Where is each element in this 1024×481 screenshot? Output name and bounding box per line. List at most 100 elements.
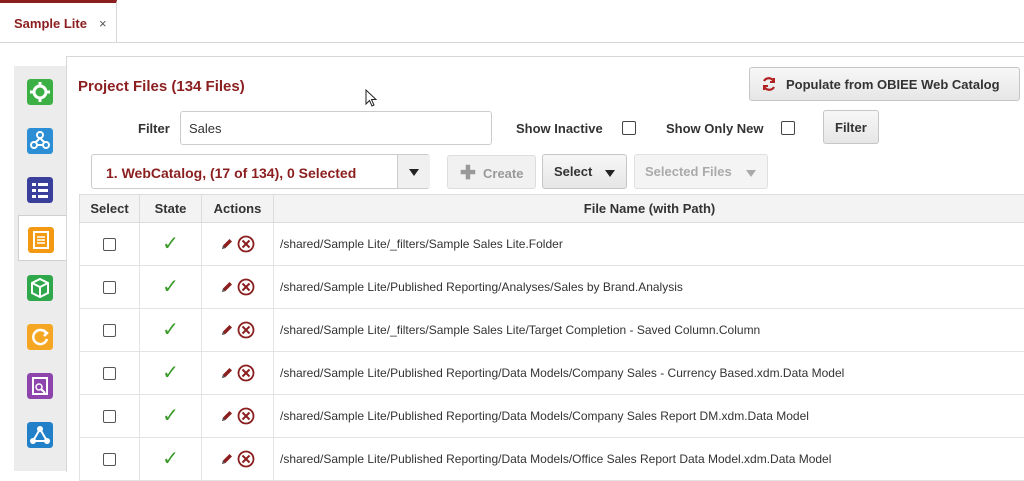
list-icon bbox=[27, 177, 53, 203]
create-label: Create bbox=[483, 166, 523, 181]
delete-icon[interactable] bbox=[237, 450, 255, 468]
table-row: ✓ /shared/Sample Lite/_filters/Sample Sal… bbox=[80, 309, 1024, 352]
show-only-new-checkbox[interactable] bbox=[781, 121, 795, 135]
sidebar-item-document[interactable] bbox=[18, 215, 67, 261]
row-select-cell bbox=[80, 352, 140, 395]
pencil-icon[interactable] bbox=[220, 237, 234, 251]
checkmark-icon: ✓ bbox=[162, 319, 179, 341]
row-state-cell: ✓ bbox=[140, 352, 202, 395]
row-select-cell bbox=[80, 223, 140, 266]
gear-icon bbox=[27, 79, 53, 105]
selected-files-dropdown-button[interactable]: Selected Files bbox=[634, 154, 768, 189]
sidebar bbox=[14, 66, 67, 471]
table-row: ✓/shared/Sample Lite/Published Reporting… bbox=[80, 352, 1024, 395]
column-header-file-name[interactable]: File Name (with Path) bbox=[274, 195, 1024, 223]
sidebar-item-share[interactable] bbox=[18, 411, 64, 457]
pencil-icon[interactable] bbox=[220, 280, 234, 294]
show-only-new-label: Show Only New bbox=[666, 121, 764, 136]
pencil-icon[interactable] bbox=[220, 409, 234, 423]
delete-icon[interactable] bbox=[237, 364, 255, 382]
row-state-cell: ✓ bbox=[140, 309, 202, 352]
row-select-cell bbox=[80, 438, 140, 481]
row-select-checkbox[interactable] bbox=[103, 453, 116, 466]
webcatalog-select-value: 1. WebCatalog, (17 of 134), 0 Selected bbox=[106, 165, 356, 181]
sidebar-item-refresh[interactable] bbox=[18, 313, 64, 359]
row-file-name: /shared/Sample Lite/Published Reporting/… bbox=[274, 395, 1024, 438]
select-label: Select bbox=[554, 164, 592, 179]
row-actions-cell bbox=[202, 438, 274, 481]
row-actions-cell bbox=[202, 395, 274, 438]
table-row: ✓ /shared/Sample Lite/Published Reporting… bbox=[80, 438, 1024, 481]
sidebar-item-list[interactable] bbox=[18, 166, 64, 212]
row-state-cell: ✓ bbox=[140, 438, 202, 481]
filter-button-label: Filter bbox=[835, 120, 867, 135]
checkmark-icon: ✓ bbox=[162, 448, 179, 470]
selected-files-label: Selected Files bbox=[645, 164, 732, 179]
delete-icon[interactable] bbox=[237, 278, 255, 296]
row-state-cell: ✓ bbox=[140, 223, 202, 266]
table-header-row: Select State Actions File Name (with Pat… bbox=[80, 195, 1024, 223]
cube-icon bbox=[27, 275, 53, 301]
share-icon bbox=[27, 422, 53, 448]
row-actions-cell bbox=[202, 223, 274, 266]
caret-down-icon bbox=[746, 170, 756, 177]
network-icon bbox=[27, 128, 53, 154]
row-actions-cell bbox=[202, 352, 274, 395]
row-file-name: /shared/Sample Lite/Published Reporting/… bbox=[274, 266, 1024, 309]
plus-icon: ✚ bbox=[460, 162, 476, 185]
webcatalog-select[interactable]: 1. WebCatalog, (17 of 134), 0 Selected bbox=[91, 154, 430, 189]
row-select-checkbox[interactable] bbox=[103, 367, 116, 380]
populate-label: Populate from OBIEE Web Catalog bbox=[786, 77, 1000, 92]
row-file-name: /shared/Sample Lite/_filters/Sample Sale… bbox=[274, 309, 1024, 352]
sidebar-item-gear[interactable] bbox=[18, 68, 64, 114]
row-state-cell: ✓ bbox=[140, 395, 202, 438]
document-icon bbox=[28, 227, 54, 253]
column-header-select[interactable]: Select bbox=[80, 195, 140, 223]
checkmark-icon: ✓ bbox=[162, 276, 179, 298]
row-file-name: /shared/Sample Lite/Published Reporting/… bbox=[274, 438, 1024, 481]
filter-label: Filter bbox=[138, 121, 170, 136]
delete-icon[interactable] bbox=[237, 235, 255, 253]
column-header-actions[interactable]: Actions bbox=[202, 195, 274, 223]
row-actions-cell bbox=[202, 266, 274, 309]
checkmark-icon: ✓ bbox=[162, 362, 179, 384]
row-select-cell bbox=[80, 309, 140, 352]
row-select-checkbox[interactable] bbox=[103, 324, 116, 337]
row-select-checkbox[interactable] bbox=[103, 410, 116, 423]
row-select-cell bbox=[80, 266, 140, 309]
chevron-down-icon[interactable] bbox=[397, 155, 430, 188]
row-state-cell: ✓ bbox=[140, 266, 202, 309]
sidebar-item-report[interactable] bbox=[18, 362, 64, 408]
row-actions-cell bbox=[202, 309, 274, 352]
row-file-name: /shared/Sample Lite/_filters/Sample Sale… bbox=[274, 223, 1024, 266]
show-inactive-checkbox[interactable] bbox=[622, 121, 636, 135]
select-dropdown-button[interactable]: Select bbox=[542, 154, 627, 189]
tab-sample-lite[interactable]: Sample Lite × bbox=[0, 0, 117, 42]
page-title: Project Files (134 Files) bbox=[78, 78, 245, 95]
filter-button[interactable]: Filter bbox=[823, 110, 879, 144]
checkmark-icon: ✓ bbox=[162, 405, 179, 427]
populate-button[interactable]: Populate from OBIEE Web Catalog bbox=[749, 67, 1020, 101]
report-icon bbox=[27, 373, 53, 399]
tab-bar: Sample Lite × bbox=[0, 0, 1024, 43]
column-header-state[interactable]: State bbox=[140, 195, 202, 223]
row-select-checkbox[interactable] bbox=[103, 238, 116, 251]
row-select-checkbox[interactable] bbox=[103, 281, 116, 294]
refresh-icon bbox=[27, 324, 53, 350]
checkmark-icon: ✓ bbox=[162, 233, 179, 255]
create-button[interactable]: ✚ Create bbox=[447, 155, 536, 189]
refresh-icon bbox=[761, 76, 777, 92]
sidebar-item-network[interactable] bbox=[18, 117, 64, 163]
delete-icon[interactable] bbox=[237, 407, 255, 425]
delete-icon[interactable] bbox=[237, 321, 255, 339]
pencil-icon[interactable] bbox=[220, 323, 234, 337]
show-inactive-label: Show Inactive bbox=[516, 121, 603, 136]
filter-input[interactable] bbox=[180, 111, 492, 145]
pencil-icon[interactable] bbox=[220, 452, 234, 466]
row-select-cell bbox=[80, 395, 140, 438]
pencil-icon[interactable] bbox=[220, 366, 234, 380]
sidebar-item-cube[interactable] bbox=[18, 264, 64, 310]
main-panel: Project Files (134 Files) Populate from … bbox=[66, 56, 1024, 472]
mouse-cursor-icon bbox=[365, 89, 379, 107]
close-icon[interactable]: × bbox=[99, 16, 107, 31]
